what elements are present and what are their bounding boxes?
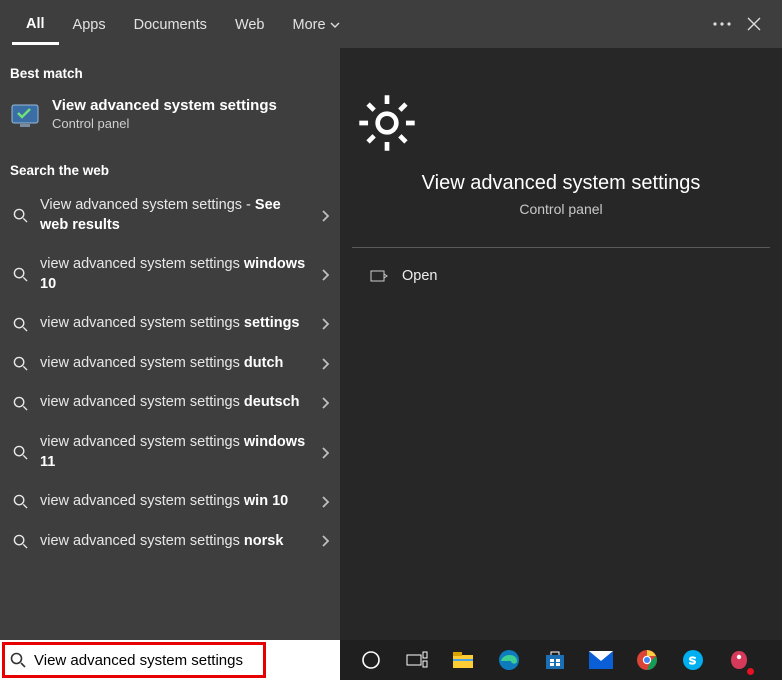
results-panel: Best match View advanced system settings… bbox=[0, 48, 340, 640]
result-text: view advanced system settings norsk bbox=[40, 532, 310, 552]
file-explorer-icon[interactable] bbox=[450, 647, 476, 673]
search-icon bbox=[10, 534, 30, 549]
preview-subtitle: Control panel bbox=[352, 201, 770, 217]
search-icon bbox=[10, 652, 26, 668]
chrome-icon[interactable] bbox=[634, 647, 660, 673]
best-match-title: View advanced system settings bbox=[52, 97, 277, 114]
web-result-7[interactable]: view advanced system settings norsk bbox=[0, 522, 340, 562]
section-search-web: Search the web bbox=[0, 145, 340, 186]
chevron-right-icon[interactable] bbox=[320, 209, 330, 223]
tab-documents[interactable]: Documents bbox=[120, 5, 221, 43]
search-icon bbox=[10, 494, 30, 509]
more-options-icon[interactable] bbox=[706, 8, 738, 40]
monitor-checkmark-icon bbox=[10, 101, 42, 127]
action-open[interactable]: Open bbox=[356, 258, 766, 294]
search-input[interactable] bbox=[34, 652, 330, 669]
preview-panel: View advanced system settings Control pa… bbox=[340, 48, 782, 640]
chevron-right-icon[interactable] bbox=[320, 357, 330, 371]
gear-icon bbox=[352, 88, 770, 158]
search-icon bbox=[10, 445, 30, 460]
mail-icon[interactable] bbox=[588, 647, 614, 673]
section-best-match: Best match bbox=[0, 48, 340, 89]
web-result-3[interactable]: view advanced system settings dutch bbox=[0, 344, 340, 384]
taskbar bbox=[0, 640, 782, 680]
chevron-right-icon[interactable] bbox=[320, 268, 330, 282]
result-text: view advanced system settings windows 10 bbox=[40, 255, 310, 294]
preview-title: View advanced system settings bbox=[352, 172, 770, 195]
close-icon[interactable] bbox=[738, 8, 770, 40]
task-view-icon[interactable] bbox=[404, 647, 430, 673]
store-icon[interactable] bbox=[542, 647, 568, 673]
result-text: view advanced system settings dutch bbox=[40, 354, 310, 374]
search-icon bbox=[10, 356, 30, 371]
tab-all[interactable]: All bbox=[12, 4, 59, 45]
chevron-right-icon[interactable] bbox=[320, 534, 330, 548]
tab-more-label: More bbox=[293, 17, 326, 33]
web-result-4[interactable]: view advanced system settings deutsch bbox=[0, 383, 340, 423]
result-text: View advanced system settings - See web … bbox=[40, 196, 310, 235]
search-icon bbox=[10, 267, 30, 282]
skype-icon[interactable] bbox=[680, 647, 706, 673]
search-icon bbox=[10, 396, 30, 411]
best-match-subtitle: Control panel bbox=[52, 116, 277, 131]
chevron-right-icon[interactable] bbox=[320, 317, 330, 331]
search-box[interactable] bbox=[0, 640, 340, 680]
web-result-6[interactable]: view advanced system settings win 10 bbox=[0, 482, 340, 522]
tab-more[interactable]: More bbox=[279, 5, 354, 43]
chevron-right-icon[interactable] bbox=[320, 396, 330, 410]
chevron-right-icon[interactable] bbox=[320, 495, 330, 509]
open-icon bbox=[370, 268, 388, 284]
result-text: view advanced system settings windows 11 bbox=[40, 433, 310, 472]
search-icon bbox=[10, 208, 30, 223]
action-open-label: Open bbox=[402, 268, 437, 284]
result-text: view advanced system settings deutsch bbox=[40, 393, 310, 413]
cortana-icon[interactable] bbox=[358, 647, 384, 673]
web-result-2[interactable]: view advanced system settings settings bbox=[0, 304, 340, 344]
tab-apps[interactable]: Apps bbox=[59, 5, 120, 43]
result-text: view advanced system settings settings bbox=[40, 314, 310, 334]
app-icon[interactable] bbox=[726, 647, 752, 673]
chevron-down-icon bbox=[330, 20, 340, 30]
search-icon bbox=[10, 317, 30, 332]
notification-badge bbox=[746, 667, 755, 676]
web-result-1[interactable]: view advanced system settings windows 10 bbox=[0, 245, 340, 304]
web-result-0[interactable]: View advanced system settings - See web … bbox=[0, 186, 340, 245]
web-result-5[interactable]: view advanced system settings windows 11 bbox=[0, 423, 340, 482]
search-tabs: All Apps Documents Web More bbox=[0, 0, 782, 48]
best-match-item[interactable]: View advanced system settings Control pa… bbox=[0, 89, 340, 145]
chevron-right-icon[interactable] bbox=[320, 446, 330, 460]
tab-web[interactable]: Web bbox=[221, 5, 279, 43]
result-text: view advanced system settings win 10 bbox=[40, 492, 310, 512]
edge-icon[interactable] bbox=[496, 647, 522, 673]
